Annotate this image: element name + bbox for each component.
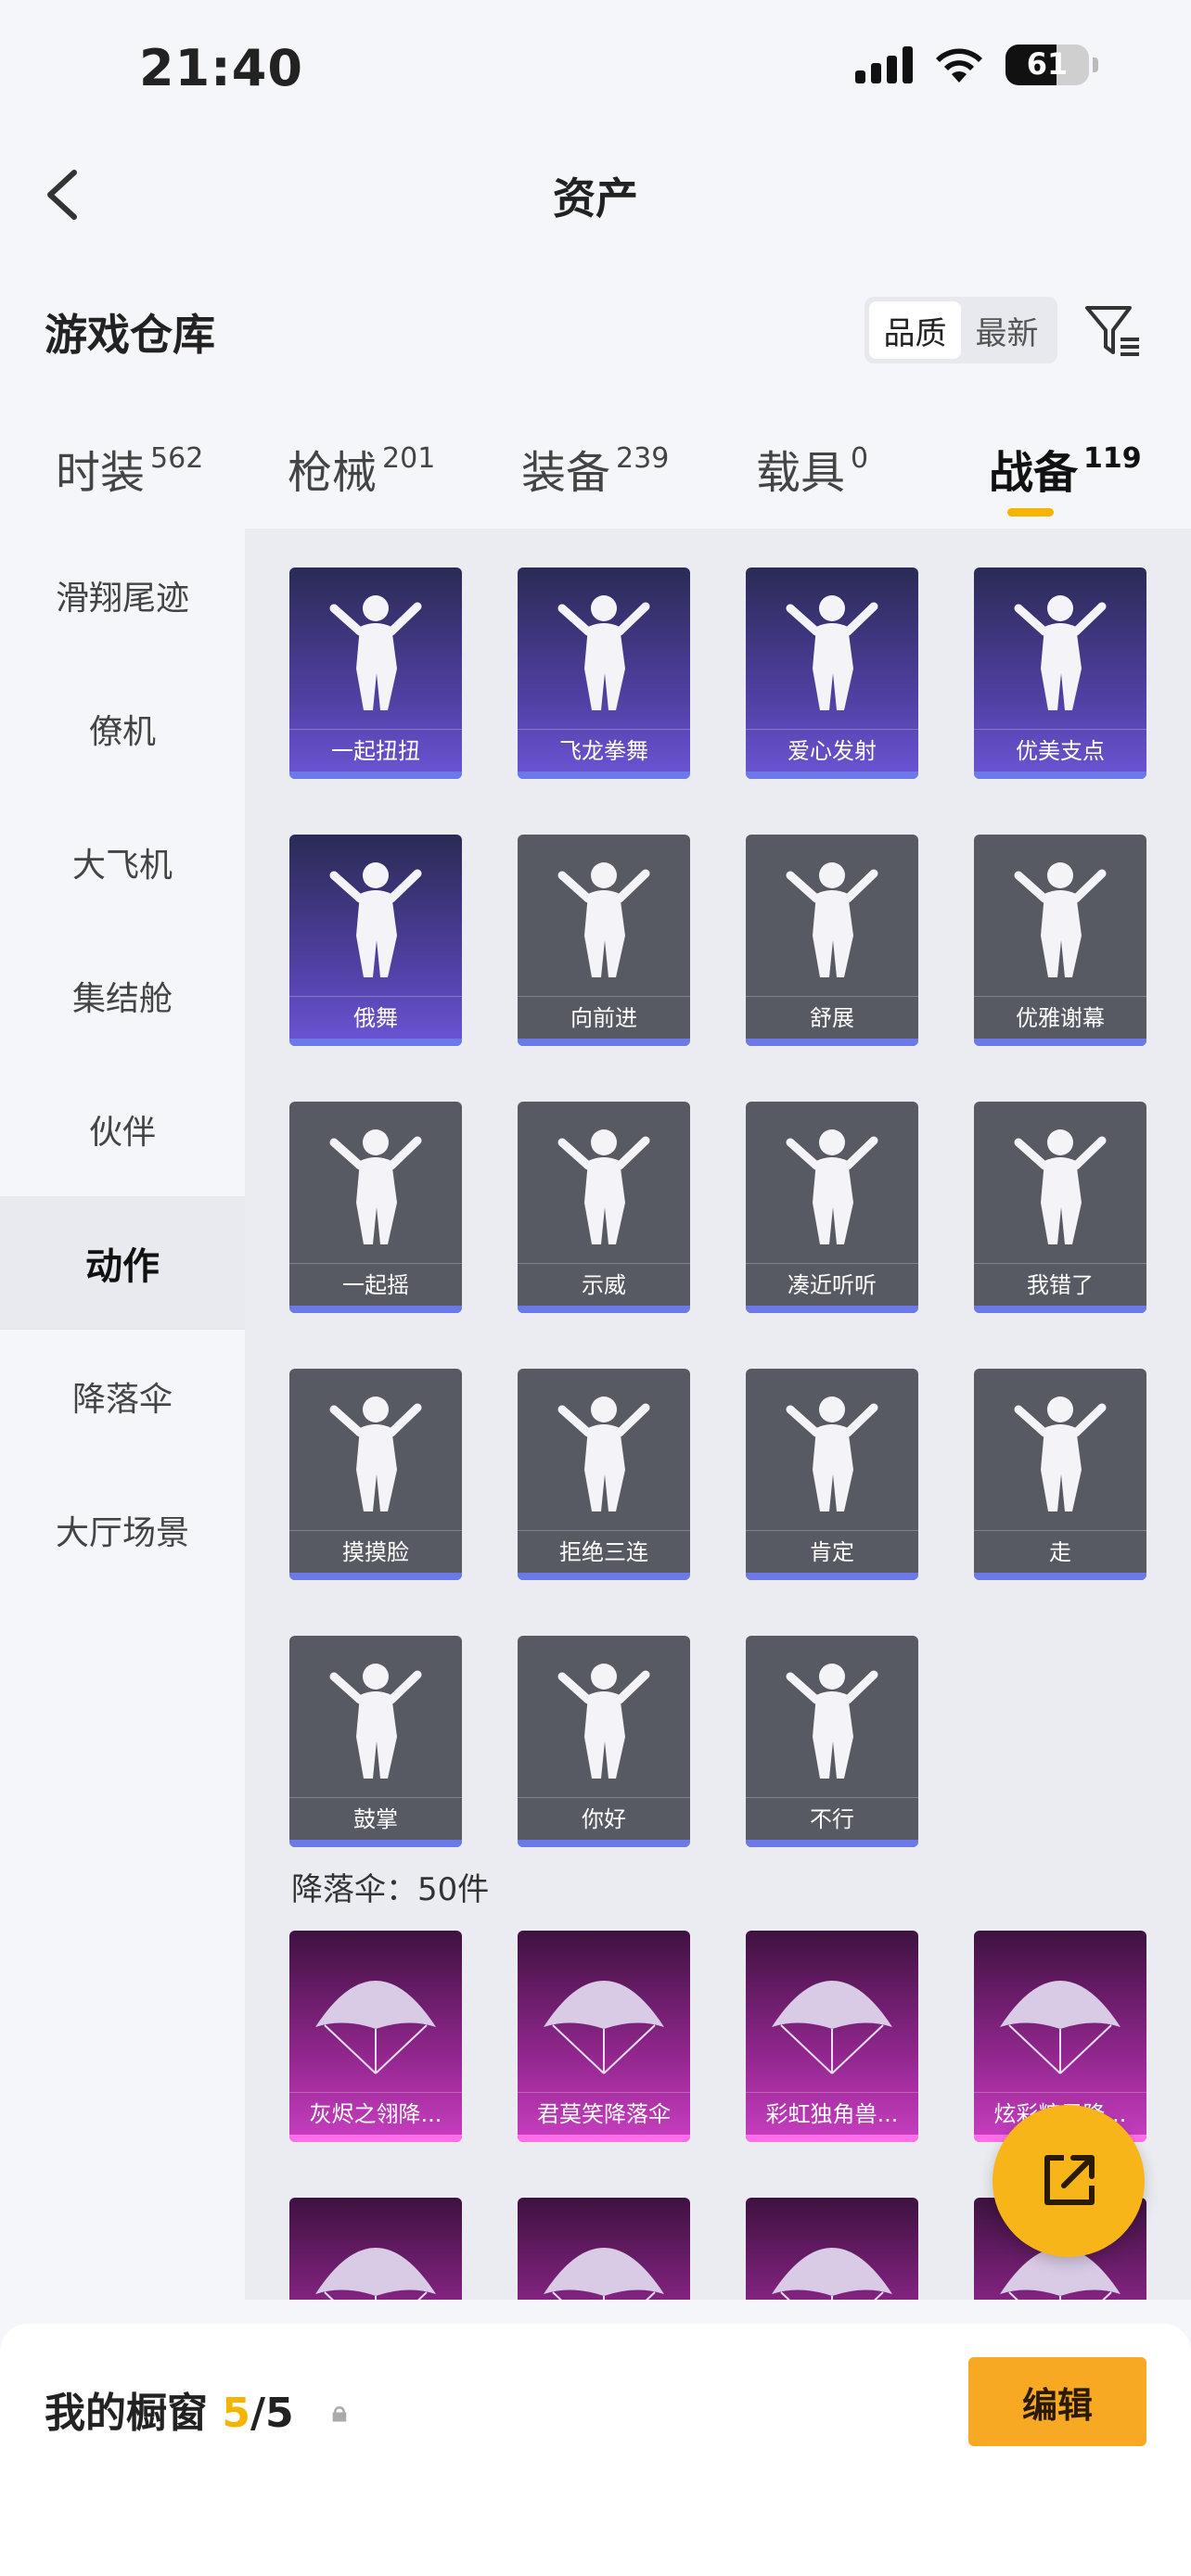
action-card[interactable]: 飞龙拳舞 <box>518 567 690 779</box>
sidebar-item-assembly-pod[interactable]: 集结舱 <box>0 929 245 1063</box>
nav-bar: 资产 <box>0 148 1191 241</box>
warehouse-title: 游戏仓库 <box>45 310 215 360</box>
sidebar-item-glide-trail[interactable]: 滑翔尾迹 <box>0 529 245 662</box>
action-card[interactable]: 优雅谢幕 <box>974 835 1146 1046</box>
action-card-label: 一起摇 <box>289 1263 462 1306</box>
action-card-label: 飞龙拳舞 <box>518 729 690 772</box>
action-card[interactable]: 一起摇 <box>289 1102 462 1313</box>
action-card[interactable]: 一起扭扭 <box>289 567 462 779</box>
action-card[interactable]: 俄舞 <box>289 835 462 1046</box>
signal-icon <box>855 46 913 83</box>
action-card[interactable]: 摸摸脸 <box>289 1369 462 1580</box>
action-card[interactable]: 肯定 <box>746 1369 918 1580</box>
parachute-card-label: 灰烬之翎降... <box>289 2092 462 2135</box>
sort-toggle: 品质 最新 <box>864 297 1057 363</box>
filter-icon[interactable] <box>1082 299 1145 362</box>
item-grid: 降落伞：50件 一起扭扭 飞龙拳舞 爱心发射 优美支点俄舞 向前进 舒展 优雅谢幕一起摇 示威… <box>245 529 1191 2300</box>
showcase-total: /5 <box>250 2390 294 2437</box>
category-tabs: 时装 562 枪械 201 装备 239 载具 0 战备 119 <box>0 427 1191 529</box>
showcase-current: 5 <box>222 2390 250 2437</box>
action-card-label: 优雅谢幕 <box>974 996 1146 1039</box>
action-card[interactable]: 鼓掌 <box>289 1636 462 1847</box>
parachute-section-label: 降落伞：50件 <box>291 1871 490 1908</box>
sidebar-item-partner[interactable]: 伙伴 <box>0 1063 245 1196</box>
tab-fashion[interactable]: 时装 562 <box>56 436 203 501</box>
showcase-bar: 我的橱窗 5/5 🔒︎ 编辑 <box>0 2324 1191 2576</box>
status-time: 21:40 <box>139 39 303 97</box>
sort-quality-button[interactable]: 品质 <box>869 301 961 359</box>
action-card[interactable]: 舒展 <box>746 835 918 1046</box>
sidebar-item-lobby-scene[interactable]: 大厅场景 <box>0 1463 245 1597</box>
page-title: 资产 <box>553 173 638 223</box>
action-card-label: 示威 <box>518 1263 690 1306</box>
tab-equipment[interactable]: 装备 239 <box>521 436 669 501</box>
action-card-label: 爱心发射 <box>746 729 918 772</box>
sort-newest-button[interactable]: 最新 <box>961 301 1053 359</box>
parachute-card[interactable]: 彩虹独角兽... <box>746 1931 918 2142</box>
action-card-label: 俄舞 <box>289 996 462 1039</box>
parachute-card-label: 君莫笑降落伞 <box>518 2092 690 2135</box>
action-card-label: 走 <box>974 1530 1146 1573</box>
action-card-label: 摸摸脸 <box>289 1530 462 1573</box>
parachute-card[interactable] <box>289 2198 462 2300</box>
action-card-label: 优美支点 <box>974 729 1146 772</box>
parachute-card[interactable] <box>746 2198 918 2300</box>
action-card[interactable]: 你好 <box>518 1636 690 1847</box>
parachute-card[interactable]: 君莫笑降落伞 <box>518 1931 690 2142</box>
action-card[interactable]: 向前进 <box>518 835 690 1046</box>
action-card-label: 凑近听听 <box>746 1263 918 1306</box>
parachute-card-label: 彩虹独角兽... <box>746 2092 918 2135</box>
external-link-icon <box>1044 2155 1095 2205</box>
action-card-label: 拒绝三连 <box>518 1530 690 1573</box>
action-card[interactable]: 拒绝三连 <box>518 1369 690 1580</box>
sidebar-item-actions[interactable]: 动作 <box>0 1196 245 1330</box>
action-card-label: 鼓掌 <box>289 1797 462 1840</box>
sidebar-item-parachute[interactable]: 降落伞 <box>0 1330 245 1463</box>
action-card[interactable]: 走 <box>974 1369 1146 1580</box>
parachute-card[interactable] <box>518 2198 690 2300</box>
tab-guns[interactable]: 枪械 201 <box>288 436 435 501</box>
battery-level: 61 <box>1026 46 1069 82</box>
action-card[interactable]: 爱心发射 <box>746 567 918 779</box>
action-card-label: 肯定 <box>746 1530 918 1573</box>
edit-button[interactable]: 编辑 <box>968 2357 1146 2446</box>
action-card[interactable]: 不行 <box>746 1636 918 1847</box>
tab-combat-gear[interactable]: 战备 119 <box>989 436 1142 501</box>
battery-icon: 61 <box>1005 45 1089 85</box>
sidebar-item-wingman[interactable]: 僚机 <box>0 662 245 796</box>
action-card-label: 舒展 <box>746 996 918 1039</box>
parachute-card[interactable]: 灰烬之翎降... <box>289 1931 462 2142</box>
action-card-label: 向前进 <box>518 996 690 1039</box>
status-bar: 21:40 61 <box>0 0 1191 139</box>
action-card-label: 我错了 <box>974 1263 1146 1306</box>
active-tab-indicator <box>1007 508 1054 516</box>
sidebar-item-big-plane[interactable]: 大飞机 <box>0 796 245 929</box>
action-card[interactable]: 我错了 <box>974 1102 1146 1313</box>
action-card-label: 不行 <box>746 1797 918 1840</box>
action-card[interactable]: 示威 <box>518 1102 690 1313</box>
showcase-label: 我的橱窗 5/5 🔒︎ <box>45 2390 347 2437</box>
sidebar: 滑翔尾迹 僚机 大飞机 集结舱 伙伴 动作 降落伞 大厅场景 <box>0 529 245 2300</box>
tab-vehicles[interactable]: 载具 0 <box>756 436 868 501</box>
action-card-label: 你好 <box>518 1797 690 1840</box>
action-card[interactable]: 凑近听听 <box>746 1102 918 1313</box>
lock-icon[interactable]: 🔒︎ <box>332 2396 347 2429</box>
share-button[interactable] <box>992 2105 1145 2257</box>
wifi-icon <box>936 48 982 83</box>
action-card-label: 一起扭扭 <box>289 729 462 772</box>
status-icons: 61 <box>855 45 1098 85</box>
action-card[interactable]: 优美支点 <box>974 567 1146 779</box>
